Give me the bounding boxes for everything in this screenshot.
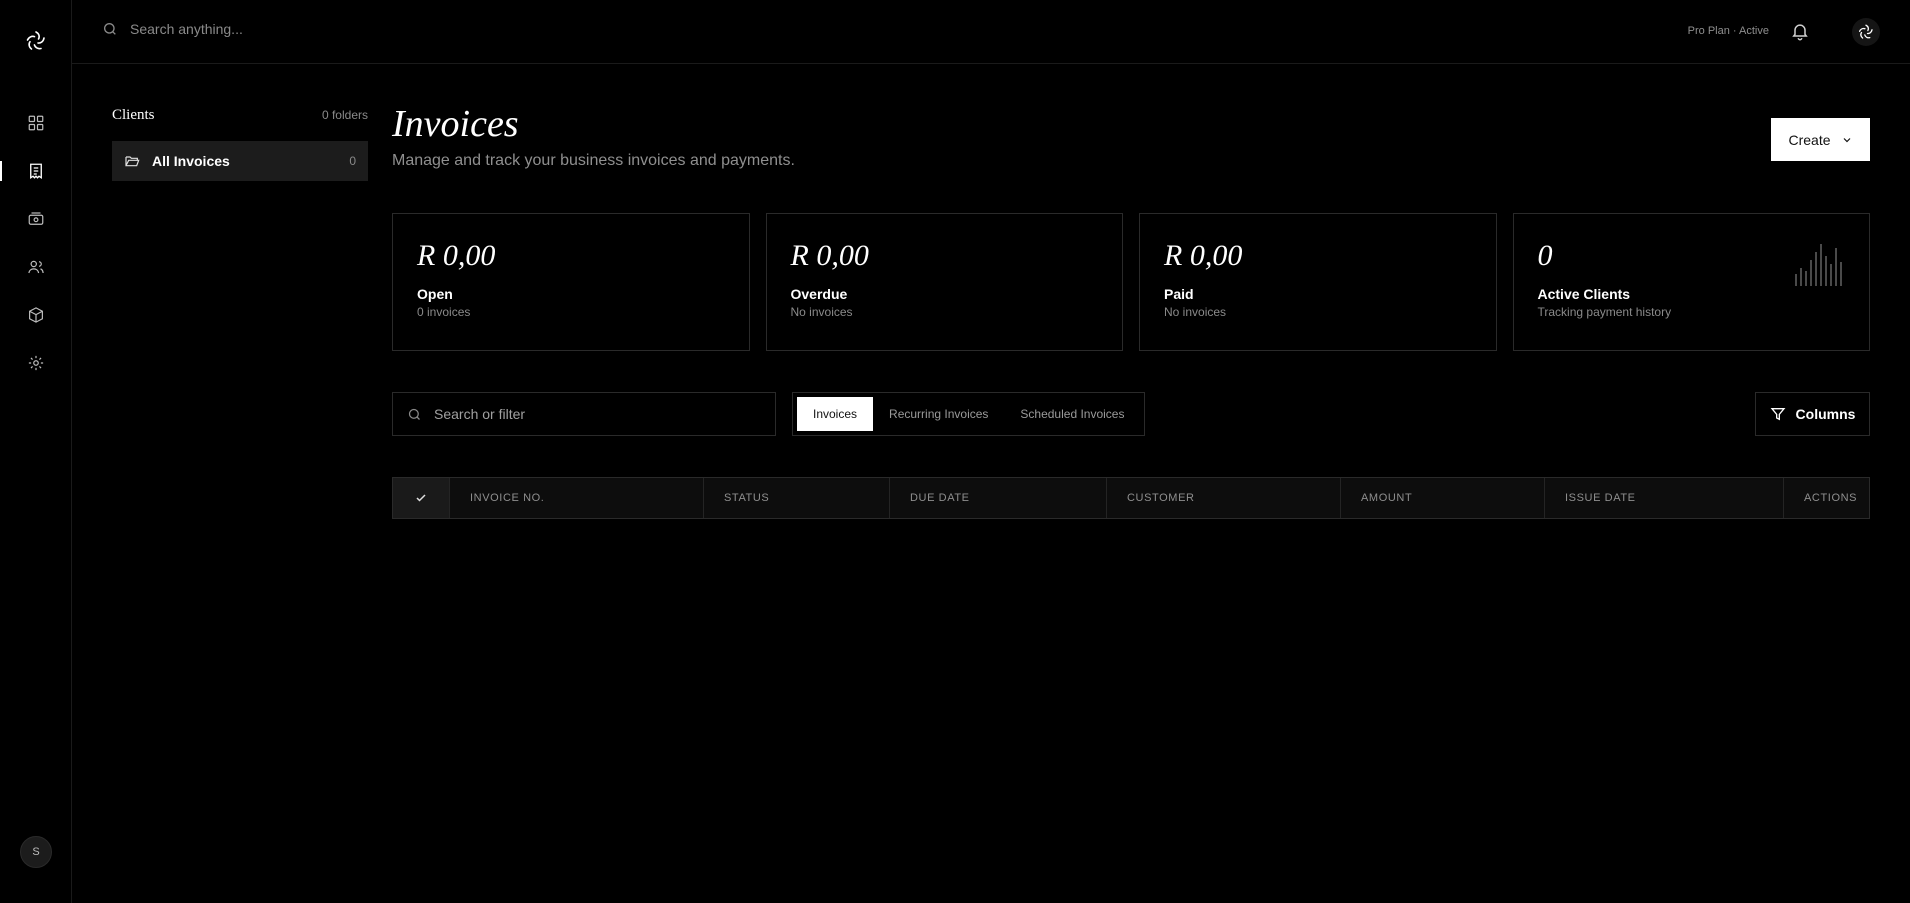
clients-title: Clients bbox=[112, 106, 155, 123]
user-avatar[interactable]: S bbox=[20, 836, 52, 868]
payments-icon bbox=[28, 212, 44, 225]
app-logo-icon[interactable] bbox=[24, 29, 48, 53]
filter-box bbox=[392, 392, 776, 436]
invoice-tabs: Invoices Recurring Invoices Scheduled In… bbox=[792, 392, 1146, 436]
column-customer[interactable]: CUSTOMER bbox=[1107, 478, 1341, 518]
global-search-input[interactable] bbox=[130, 21, 550, 37]
page-title: Invoices bbox=[392, 103, 519, 145]
column-due-date[interactable]: DUE DATE bbox=[890, 478, 1107, 518]
rail-item-payments[interactable] bbox=[0, 195, 72, 243]
create-button[interactable]: Create bbox=[1771, 118, 1870, 161]
stat-card-open: R 0,00 Open 0 invoices bbox=[392, 213, 750, 351]
search-icon bbox=[408, 408, 420, 420]
rail-item-dashboard[interactable] bbox=[0, 99, 72, 147]
column-invoice-no[interactable]: INVOICE NO. bbox=[450, 478, 704, 518]
stat-card-active-clients: 0 Active Clients Tracking payment histor… bbox=[1512, 213, 1870, 351]
filter-input[interactable] bbox=[434, 406, 754, 422]
column-status[interactable]: STATUS bbox=[704, 478, 890, 518]
tab-scheduled-invoices[interactable]: Scheduled Invoices bbox=[1004, 397, 1140, 431]
rail-item-invoices[interactable] bbox=[0, 147, 72, 195]
column-issue-date[interactable]: ISSUE DATE bbox=[1545, 478, 1784, 518]
tab-recurring-invoices[interactable]: Recurring Invoices bbox=[873, 397, 1004, 431]
app-logo-icon bbox=[1858, 24, 1873, 39]
folder-open-icon bbox=[125, 156, 140, 167]
clients-panel: Clients 0 folders All Invoices 0 bbox=[112, 104, 368, 181]
notifications-button[interactable] bbox=[1790, 21, 1812, 43]
search-icon bbox=[104, 23, 116, 35]
columns-button[interactable]: Columns bbox=[1755, 392, 1870, 436]
profile-button[interactable] bbox=[1852, 18, 1880, 46]
check-icon bbox=[416, 494, 426, 502]
left-rail: S bbox=[0, 0, 72, 903]
top-bar: Pro Plan · Active bbox=[72, 0, 1910, 64]
tab-invoices[interactable]: Invoices bbox=[797, 397, 874, 431]
column-actions: ACTIONS bbox=[1804, 492, 1858, 504]
box-icon bbox=[29, 307, 43, 323]
invoice-icon bbox=[30, 163, 42, 180]
chevron-down-icon bbox=[1843, 137, 1850, 142]
stat-value: R 0,00 bbox=[790, 239, 869, 272]
column-amount[interactable]: AMOUNT bbox=[1341, 478, 1545, 518]
rail-item-users[interactable] bbox=[0, 243, 72, 291]
stats-cards: R 0,00 Open 0 invoices R 0,00 Overdue No… bbox=[392, 213, 1870, 351]
folders-count: 0 folders bbox=[321, 108, 368, 122]
active-indicator bbox=[0, 161, 2, 181]
stat-value: R 0,00 bbox=[1164, 239, 1243, 272]
bar-chart-icon bbox=[1795, 244, 1842, 286]
stat-sub: No invoices bbox=[790, 305, 853, 319]
stat-sub: Tracking payment history bbox=[1537, 305, 1672, 319]
stat-label: Open bbox=[417, 286, 453, 302]
select-all-checkbox[interactable] bbox=[413, 490, 429, 506]
rail-item-products[interactable] bbox=[0, 291, 72, 339]
plan-status: Pro Plan · Active bbox=[1687, 25, 1769, 37]
rail-nav bbox=[0, 99, 72, 387]
table-controls: Invoices Recurring Invoices Scheduled In… bbox=[392, 392, 1870, 436]
stat-value: R 0,00 bbox=[417, 239, 496, 272]
folder-count: 0 bbox=[349, 154, 356, 168]
clients-header: Clients 0 folders bbox=[112, 104, 368, 126]
gear-icon bbox=[28, 355, 44, 371]
folder-all-invoices[interactable]: All Invoices 0 bbox=[112, 141, 368, 181]
stat-card-overdue: R 0,00 Overdue No invoices bbox=[765, 213, 1123, 351]
filter-icon bbox=[1770, 408, 1785, 421]
stat-label: Active Clients bbox=[1537, 286, 1631, 302]
stat-sub: No invoices bbox=[1164, 305, 1227, 319]
invoices-table-header: INVOICE NO. STATUS DUE DATE CUSTOMER AMO… bbox=[392, 477, 1870, 519]
stat-sub: 0 invoices bbox=[417, 305, 471, 319]
rail-item-settings[interactable] bbox=[0, 339, 72, 387]
page-subtitle: Manage and track your business invoices … bbox=[392, 152, 795, 169]
dashboard-icon bbox=[28, 115, 44, 131]
select-all-cell bbox=[393, 478, 450, 518]
stat-card-paid: R 0,00 Paid No invoices bbox=[1139, 213, 1497, 351]
create-label: Create bbox=[1788, 131, 1831, 148]
global-search bbox=[102, 21, 550, 37]
users-icon bbox=[28, 260, 44, 274]
columns-label: Columns bbox=[1795, 406, 1856, 422]
stat-label: Paid bbox=[1164, 286, 1194, 302]
main-content: Invoices Manage and track your business … bbox=[392, 100, 1870, 519]
stat-label: Overdue bbox=[790, 286, 848, 302]
folder-label: All Invoices bbox=[152, 153, 230, 169]
bell-icon bbox=[1792, 24, 1808, 41]
